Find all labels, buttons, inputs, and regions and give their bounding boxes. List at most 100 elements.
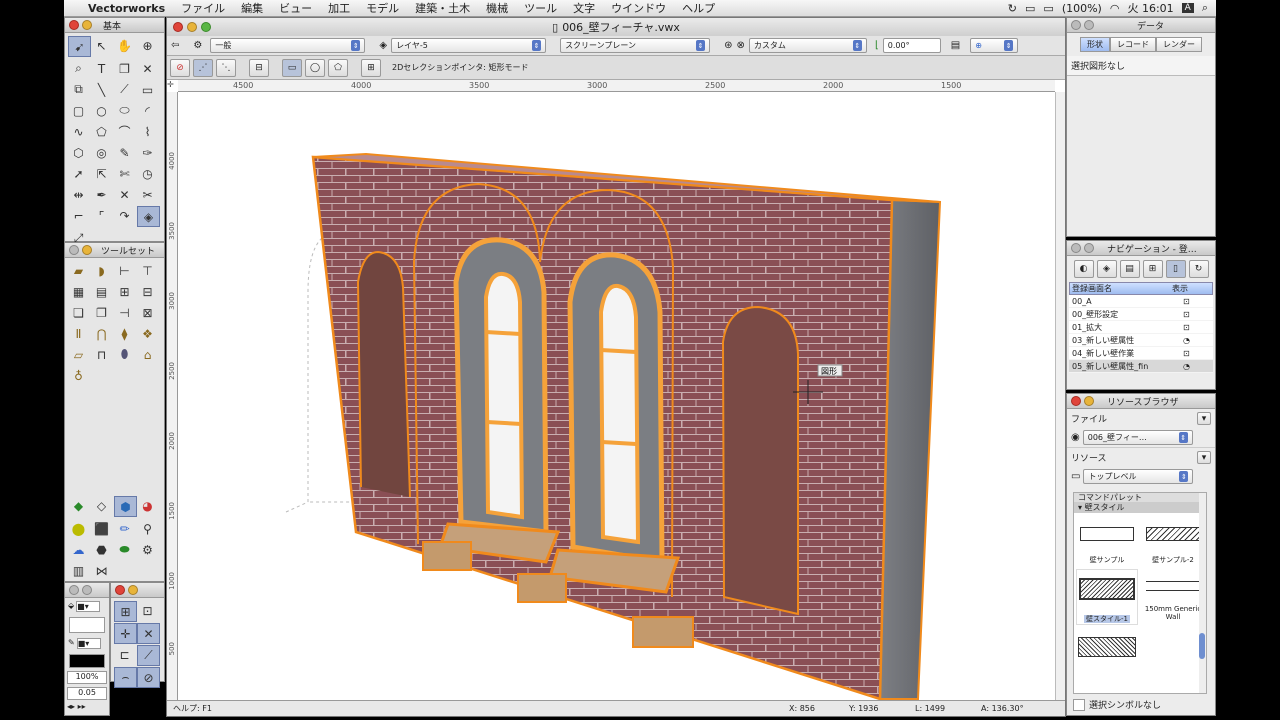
arch-icon[interactable]: ⋂ — [91, 324, 112, 343]
menu-help[interactable]: ヘルプ — [674, 0, 723, 16]
nav-refs-icon[interactable]: ↻ — [1188, 260, 1209, 278]
close-icon[interactable] — [115, 585, 125, 595]
trim-icon[interactable]: ✕ — [114, 185, 135, 204]
mode-align-icon[interactable]: ⊟ — [249, 58, 269, 77]
resource-item[interactable] — [1076, 629, 1138, 659]
minimize-icon[interactable] — [82, 245, 92, 255]
flyover-icon[interactable]: ⊕ — [137, 36, 158, 55]
freehand-icon[interactable]: ∿ — [68, 122, 89, 141]
folder-icon[interactable]: ▭ — [1071, 471, 1080, 482]
clock[interactable]: 火 16:01 — [1127, 0, 1173, 16]
green-shape-icon[interactable]: ⬬ — [114, 540, 135, 559]
view-icon-1[interactable]: ⊛ — [724, 40, 732, 51]
list-item[interactable]: 00_壁形設定 ⊡ — [1069, 308, 1213, 321]
nav-viewport-icon[interactable]: ⊞ — [1142, 260, 1163, 278]
menu-tools[interactable]: ツール — [516, 0, 565, 16]
signal-icon[interactable]: ⋈ — [91, 561, 112, 580]
view-dropdown[interactable]: スクリーンプレーン ⇕ — [560, 38, 711, 53]
snap-distance-icon[interactable]: ⊏ — [114, 645, 135, 664]
rounded-rect-icon[interactable]: ▢ — [68, 101, 89, 120]
column-icon[interactable]: ▦ — [68, 282, 89, 301]
snap-angle-icon[interactable]: ✛ — [114, 623, 137, 644]
chamfer-icon[interactable]: ⌜ — [91, 206, 112, 225]
list-item[interactable]: 05_新しい壁属性_fin ◔ — [1069, 360, 1213, 373]
line-tool-icon[interactable]: ╲ — [91, 80, 112, 99]
mode-settings-icon[interactable]: ⊞ — [361, 58, 381, 77]
book-icon[interactable]: ❏ — [68, 303, 89, 322]
polyline-icon[interactable]: ⌒ — [114, 122, 135, 141]
angle-field[interactable]: 0.00° — [882, 38, 941, 53]
snap-tangent-icon[interactable]: ⟋ — [137, 645, 160, 666]
zoom-window-icon[interactable] — [201, 22, 211, 32]
minimize-icon[interactable] — [128, 585, 138, 595]
building-icon[interactable]: ⬢ — [114, 496, 137, 517]
fill-bucket-icon[interactable]: ⬙ — [68, 601, 74, 612]
resource-item[interactable]: 150mm Generic Wall — [1142, 569, 1204, 625]
cloud-icon[interactable]: ☁ — [68, 540, 89, 559]
split-icon[interactable]: ⊣ — [114, 303, 135, 322]
shape-icon[interactable]: ❖ — [137, 324, 158, 343]
menu-modify[interactable]: 加工 — [320, 0, 358, 16]
reshape-icon[interactable]: ◈ — [137, 206, 160, 227]
menu-text[interactable]: 文字 — [565, 0, 603, 16]
circle-icon[interactable]: ○ — [91, 101, 112, 120]
mode-lasso-icon[interactable]: ◯ — [305, 58, 325, 77]
text-tool-icon[interactable]: T — [91, 59, 112, 78]
pilaster-icon[interactable]: ▤ — [91, 282, 112, 301]
chair-icon[interactable]: ⊓ — [91, 345, 112, 364]
menu-mechanical[interactable]: 機械 — [478, 0, 516, 16]
folder-prev[interactable]: コマンドパレット — [1074, 493, 1206, 502]
resource-item[interactable]: 壁スタイル-1 — [1076, 569, 1138, 625]
fillet-icon[interactable]: ⌐ — [68, 206, 89, 225]
list-item[interactable]: 03_新しい壁属性 ◔ — [1069, 334, 1213, 347]
fill-icon[interactable]: ✑ — [137, 143, 158, 162]
ruler-origin-icon[interactable]: ✛ — [167, 80, 178, 92]
menu-file[interactable]: ファイル — [173, 0, 233, 16]
menu-view[interactable]: ビュー — [271, 0, 320, 16]
list-item[interactable]: 04_新しい壁作業 ⊡ — [1069, 347, 1213, 360]
plane-dropdown[interactable]: ⊕ ⇕ — [970, 38, 1019, 53]
nav-class-icon[interactable]: ◐ — [1073, 260, 1094, 278]
clock-icon[interactable]: ◷ — [137, 164, 158, 183]
wall-icon[interactable]: ▰ — [68, 261, 89, 280]
resource-scrollbar[interactable] — [1199, 493, 1206, 693]
mirror-icon[interactable]: ⇹ — [68, 185, 89, 204]
grid-icon[interactable]: ⊟ — [137, 282, 158, 301]
cup-icon[interactable]: ⬣ — [91, 540, 112, 559]
wall-join-icon[interactable]: ⊢ — [114, 261, 135, 280]
mode-poly-select-icon[interactable]: ⋱ — [216, 58, 236, 77]
class-dropdown[interactable]: 一般 ⇕ — [210, 38, 366, 53]
file-dropdown[interactable]: 006_壁フィー… ⇕ — [1082, 430, 1193, 445]
plane-icon[interactable]: ◇ — [91, 496, 112, 515]
wifi-icon[interactable]: ◠ — [1110, 2, 1120, 15]
selection-tool-icon[interactable]: ➹ — [68, 36, 91, 57]
stair-icon[interactable]: ⊞ — [114, 282, 135, 301]
column-tool-icon[interactable]: Ⅱ — [68, 324, 89, 343]
arc-icon[interactable]: ◜ — [137, 101, 158, 120]
nav-col-name[interactable]: 登録画面名 — [1070, 283, 1172, 294]
snap-intersection-icon[interactable]: ✕ — [137, 623, 160, 644]
wall-cap-icon[interactable]: ⊤ — [137, 261, 158, 280]
timemachine-icon[interactable]: ↻ — [1008, 2, 1017, 15]
minimize-icon[interactable] — [82, 20, 92, 30]
resource-dropdown[interactable]: トップレベル ⇕ — [1083, 469, 1194, 484]
close-icon[interactable] — [1071, 243, 1081, 253]
menu-edit[interactable]: 編集 — [233, 0, 271, 16]
minimize-window-icon[interactable] — [187, 22, 197, 32]
spotlight-icon[interactable]: ⌕ — [1202, 1, 1208, 15]
pen-icon[interactable]: ✎ — [68, 638, 75, 649]
gourd-icon[interactable]: ♁ — [68, 366, 89, 385]
pipe-icon[interactable]: ⧫ — [114, 324, 135, 343]
vertical-scrollbar[interactable] — [1055, 92, 1065, 700]
target-icon[interactable]: ◎ — [91, 143, 112, 162]
layers-icon[interactable]: ▤ — [951, 40, 960, 51]
snap-object-icon[interactable]: ⊡ — [137, 601, 158, 620]
layer-dropdown[interactable]: レイヤ-5 ⇕ — [391, 38, 547, 53]
close-icon[interactable] — [1071, 396, 1081, 406]
file-menu-icon[interactable]: ▾ — [1197, 412, 1211, 425]
gear-icon[interactable]: ⚙ — [137, 540, 158, 559]
fill-swatch[interactable] — [69, 617, 105, 633]
back-icon[interactable]: ⇦ — [171, 40, 179, 51]
layer-icon[interactable]: ◈ — [379, 40, 387, 51]
fill-style-dd[interactable]: ■▾ — [76, 601, 101, 612]
